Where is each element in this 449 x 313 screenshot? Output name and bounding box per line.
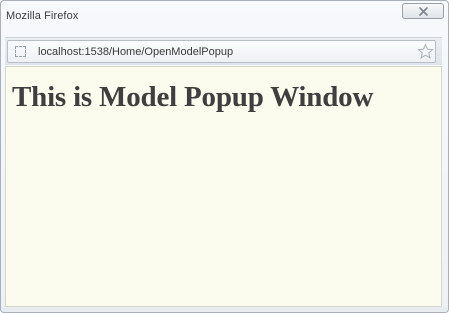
url-text[interactable]: localhost:1538/Home/OpenModelPopup (38, 46, 233, 58)
title-bar[interactable]: Mozilla Firefox (1, 1, 448, 35)
page-heading: This is Model Popup Window (12, 81, 374, 113)
address-bar[interactable]: localhost:1538/Home/OpenModelPopup (7, 40, 436, 63)
site-identity-icon[interactable] (15, 46, 26, 57)
window-bottom-frame (1, 307, 448, 312)
bookmark-star-icon[interactable] (417, 43, 434, 60)
popup-window: Mozilla Firefox localhost:1538/Home/Open… (0, 0, 449, 313)
close-icon (419, 7, 428, 16)
close-button[interactable] (402, 3, 444, 19)
page-content: This is Model Popup Window (5, 66, 442, 307)
window-title: Mozilla Firefox (6, 10, 79, 22)
